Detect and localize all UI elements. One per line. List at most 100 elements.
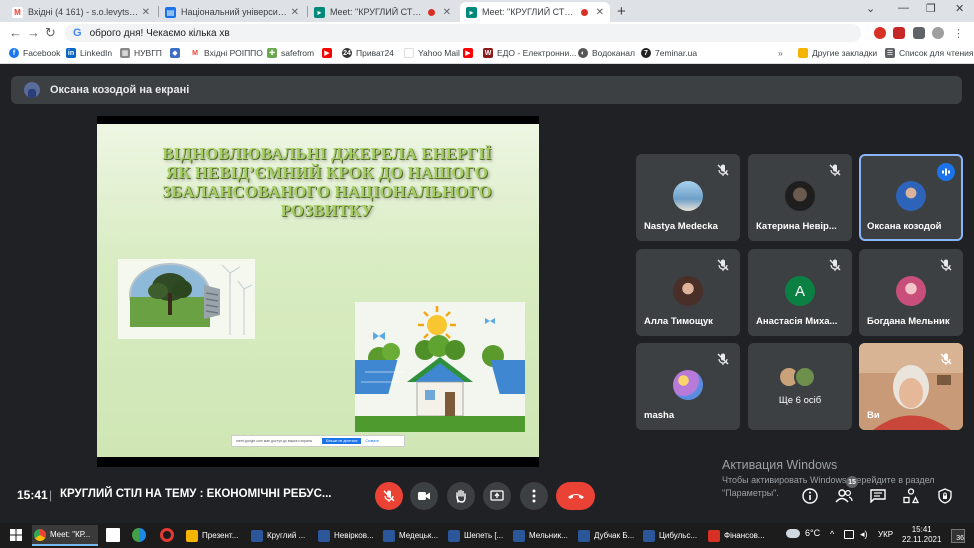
taskbar-item[interactable]: Шепеть [...: [446, 525, 508, 546]
meeting-separator: |: [49, 488, 53, 502]
file-icon[interactable]: [106, 528, 120, 542]
show-hidden-icons-icon[interactable]: ^: [830, 529, 840, 539]
stop-sharing-button[interactable]: Більше не ділитися: [321, 438, 362, 444]
taskbar-item[interactable]: Презент...: [184, 525, 244, 546]
raise-hand-button[interactable]: [447, 482, 475, 510]
slide-title-line: ЯК НЕВІД’ЄМНИЙ КРОК ДО НАШОГО: [165, 163, 488, 182]
presenter-label: Оксана козодой на екрані: [50, 84, 190, 96]
address-bar[interactable]: G оброго дня! Чекаємо кілька хв: [65, 24, 861, 42]
reload-icon[interactable]: ↻: [45, 25, 56, 41]
bookmark-yahoo[interactable]: Yahoo Mail: [404, 48, 460, 58]
opera-extension-icon[interactable]: [874, 27, 886, 39]
close-tab-icon[interactable]: ✕: [443, 7, 451, 18]
participant-tile[interactable]: masha: [636, 343, 740, 430]
taskbar-item[interactable]: Мельник...: [511, 525, 573, 546]
bookmark-linkedin[interactable]: in LinkedIn: [66, 48, 112, 58]
edo-icon: W: [483, 48, 493, 58]
taskbar-item[interactable]: Цибульс...: [641, 525, 703, 546]
taskbar-item[interactable]: Невірков...: [316, 525, 378, 546]
participant-tile[interactable]: Богдана Мельник: [859, 249, 963, 336]
activities-button[interactable]: [901, 486, 921, 506]
bookmark-youtube[interactable]: ▶: [322, 48, 336, 58]
forward-icon[interactable]: →: [27, 25, 40, 40]
bookmark-safefrom[interactable]: ✚ safefrom: [267, 48, 314, 58]
close-tab-icon[interactable]: ✕: [291, 7, 299, 18]
taskbar-item[interactable]: Фінансов...: [706, 525, 770, 546]
puzzle-extensions-icon[interactable]: [913, 27, 925, 39]
word-document-icon: [448, 529, 460, 542]
tab-meet-1[interactable]: ▸ Meet: "КРУГЛИЙ СТІЛ НА ТЕ... ✕: [308, 2, 457, 22]
bookmark-nuvgp[interactable]: ▦ НУВГП: [120, 48, 162, 58]
close-tab-icon[interactable]: ✕: [596, 7, 604, 18]
facebook-icon: f: [9, 48, 19, 58]
toggle-camera-button[interactable]: [410, 482, 438, 510]
bookmark-vodokanal[interactable]: ◐ Водоканал: [578, 48, 635, 58]
bookmark-roippo[interactable]: M Вхідні РОІППО: [190, 48, 263, 58]
bookmark-facebook[interactable]: f Facebook: [9, 48, 60, 58]
participant-tile[interactable]: Катерина Невір...: [748, 154, 852, 241]
participant-tile[interactable]: Алла Тимощук: [636, 249, 740, 336]
reading-list[interactable]: ☰ Список для чтения: [885, 48, 974, 58]
tab-university[interactable]: ▤ Національний університет вод... ✕: [159, 2, 305, 22]
word-document-icon: [643, 529, 655, 542]
host-controls-button[interactable]: [935, 486, 955, 506]
more-participants-label: Ще 6 осіб: [778, 395, 822, 406]
back-icon[interactable]: ←: [9, 25, 22, 40]
minimize-window-icon[interactable]: —: [898, 2, 909, 14]
windows-activation-line: "Параметры".: [722, 488, 779, 498]
leave-call-button[interactable]: [556, 482, 595, 510]
hide-notice-button[interactable]: Сховати: [365, 439, 378, 443]
taskbar-item-chrome[interactable]: Meet: "КР...: [32, 525, 98, 546]
chat-button[interactable]: [868, 486, 888, 506]
tab-search-icon[interactable]: ⌄: [866, 2, 875, 15]
other-bookmarks[interactable]: Другие закладки: [798, 48, 877, 58]
opera-icon[interactable]: [160, 528, 174, 542]
vodokanal-icon: ◐: [578, 48, 588, 58]
bookmarks-overflow-icon[interactable]: »: [778, 48, 783, 58]
present-now-button[interactable]: [483, 482, 511, 510]
restore-window-icon[interactable]: ❐: [926, 2, 936, 15]
edge-icon[interactable]: [132, 528, 146, 542]
notification-center[interactable]: 36: [951, 529, 965, 543]
bookmark-label: safefrom: [281, 48, 315, 58]
presenter-banner: Оксана козодой на екрані: [11, 76, 962, 104]
new-tab-button[interactable]: +: [617, 3, 626, 20]
close-tab-icon[interactable]: ✕: [142, 7, 150, 18]
network-icon[interactable]: [844, 530, 854, 539]
bookmark-unnamed[interactable]: ◆: [170, 48, 184, 58]
yahoo-icon: [404, 48, 414, 58]
close-window-icon[interactable]: ✕: [955, 2, 964, 15]
system-clock[interactable]: 15:41 22.11.2021: [902, 525, 941, 545]
participant-tile-active-speaker[interactable]: Оксана козодой: [859, 154, 963, 241]
bookmark-youtube-2[interactable]: ▶: [463, 48, 477, 58]
word-document-icon: [251, 529, 263, 542]
bookmark-edo[interactable]: W ЕДО - Електронни...: [483, 48, 576, 58]
taskbar-item[interactable]: Дубчак Б...: [576, 525, 638, 546]
self-video-tile[interactable]: Ви: [859, 343, 963, 430]
taskbar-item[interactable]: Круглий ...: [249, 525, 311, 546]
tab-gmail[interactable]: M Вхідні (4 161) - s.o.levytska@nu... ✕: [6, 2, 156, 22]
participant-avatar: [673, 276, 703, 306]
profile-avatar-icon[interactable]: [932, 27, 944, 39]
participant-tile[interactable]: Nastya Medecka: [636, 154, 740, 241]
pdf-extension-icon[interactable]: [893, 27, 905, 39]
show-everyone-button[interactable]: [834, 486, 854, 506]
bookmark-7eminar[interactable]: 7 7eminar.ua: [641, 48, 697, 58]
volume-icon[interactable]: ◂): [860, 529, 870, 539]
input-language[interactable]: УКР: [878, 530, 893, 539]
bookmark-label: LinkedIn: [80, 48, 113, 58]
taskbar-item[interactable]: Медецьк...: [381, 525, 443, 546]
tab-title: Meet: "КРУГЛИЙ СТІЛ НА ТЕ...: [482, 7, 576, 17]
browser-menu-icon[interactable]: ⋮: [953, 27, 965, 40]
more-participants-tile[interactable]: Ще 6 осіб: [748, 343, 852, 430]
bookmark-privat24[interactable]: 24 Приват24: [342, 48, 394, 58]
windows-start-icon[interactable]: [9, 528, 23, 542]
toggle-microphone-button[interactable]: [375, 482, 403, 510]
more-options-button[interactable]: [520, 482, 548, 510]
participant-tile[interactable]: А Анастасія Миха...: [748, 249, 852, 336]
weather-widget[interactable]: 6°C: [786, 528, 820, 538]
participant-count-badge: 15: [846, 476, 858, 488]
participant-avatar: [896, 181, 926, 211]
tab-meet-2[interactable]: ▸ Meet: "КРУГЛИЙ СТІЛ НА ТЕ... ✕: [460, 2, 610, 22]
meeting-details-button[interactable]: [800, 486, 820, 506]
